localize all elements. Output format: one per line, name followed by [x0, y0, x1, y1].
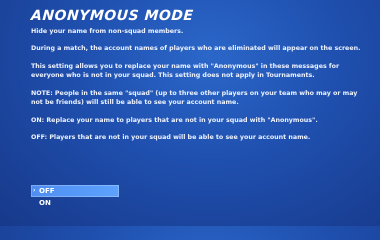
- selected-marker-icon: ›: [33, 187, 36, 194]
- anonymous-mode-options: › OFF ON: [31, 185, 119, 209]
- description-on-option: ON: Replace your name to players that ar…: [31, 116, 318, 124]
- option-on[interactable]: ON: [31, 197, 119, 209]
- option-off-label: OFF: [39, 187, 55, 195]
- setting-title: ANONYMOUS MODE: [30, 8, 195, 24]
- description-replace-name: This setting allows you to replace your …: [31, 62, 340, 80]
- option-off[interactable]: › OFF: [31, 185, 119, 197]
- description-elimination-note: During a match, the account names of pla…: [31, 45, 361, 53]
- description-off-option: OFF: Players that are not in your squad …: [31, 134, 311, 142]
- option-on-label: ON: [39, 199, 51, 207]
- setting-description-panel: ANONYMOUS MODE Hide your name from non-s…: [30, 8, 371, 151]
- description-squad-note: NOTE: People in the same "squad" (up to …: [31, 89, 358, 107]
- description-summary: Hide your name from non-squad members.: [31, 28, 184, 35]
